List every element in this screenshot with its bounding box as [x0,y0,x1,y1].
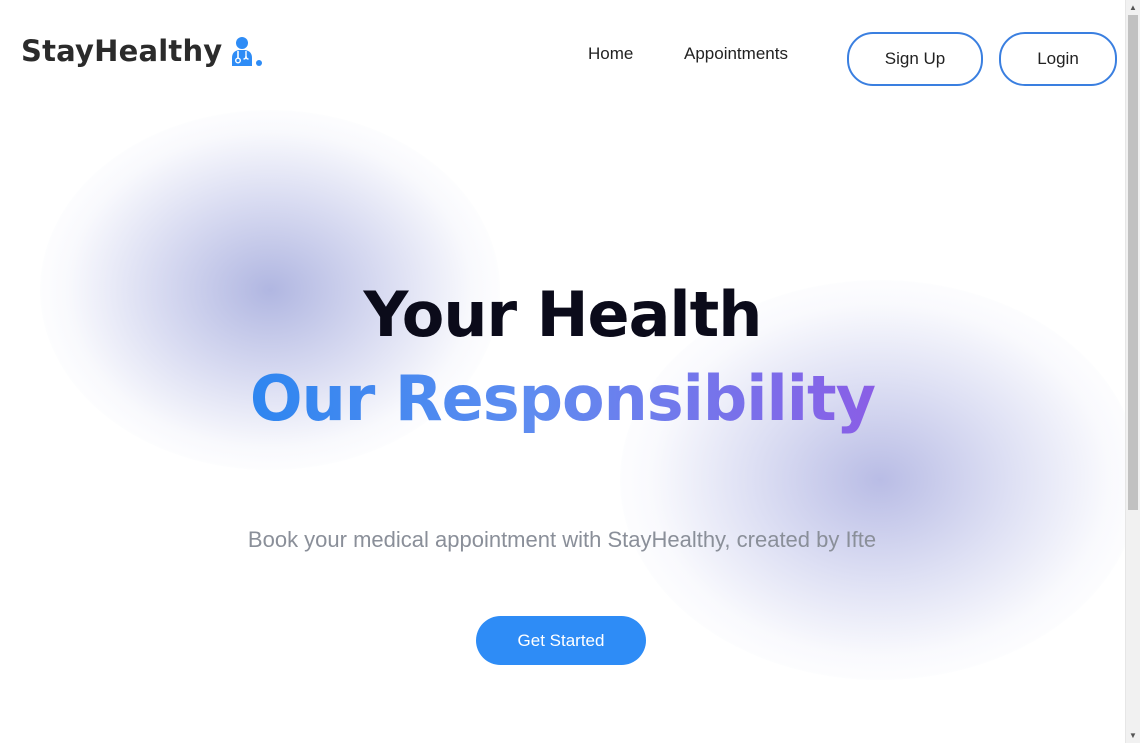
sign-up-button[interactable]: Sign Up [847,32,983,86]
navbar: StayHealthy Home Appointments Sign Up Lo… [0,0,1125,110]
hero-subtitle: Book your medical appointment with StayH… [247,527,877,552]
hero-title-gradient-text: Our Responsibility [249,362,876,435]
scroll-up-arrow-icon[interactable]: ▲ [1126,0,1140,15]
nav-link-appointments[interactable]: Appointments [684,44,788,64]
scroll-down-arrow-icon[interactable]: ▼ [1126,728,1140,743]
brand-name: StayHealthy [21,34,223,68]
login-button[interactable]: Login [999,32,1117,86]
doctor-icon [230,34,264,68]
vertical-scrollbar[interactable]: ▲ ▼ [1125,0,1140,743]
nav-link-home[interactable]: Home [588,44,633,64]
hero-title-line2: Our Responsibility [0,362,1125,435]
hero-title-line1: Your Health [363,278,763,351]
scrollbar-thumb[interactable] [1128,15,1138,510]
brand-logo[interactable]: StayHealthy [21,34,264,68]
page: StayHealthy Home Appointments Sign Up Lo… [0,0,1140,743]
get-started-button[interactable]: Get Started [476,616,646,665]
